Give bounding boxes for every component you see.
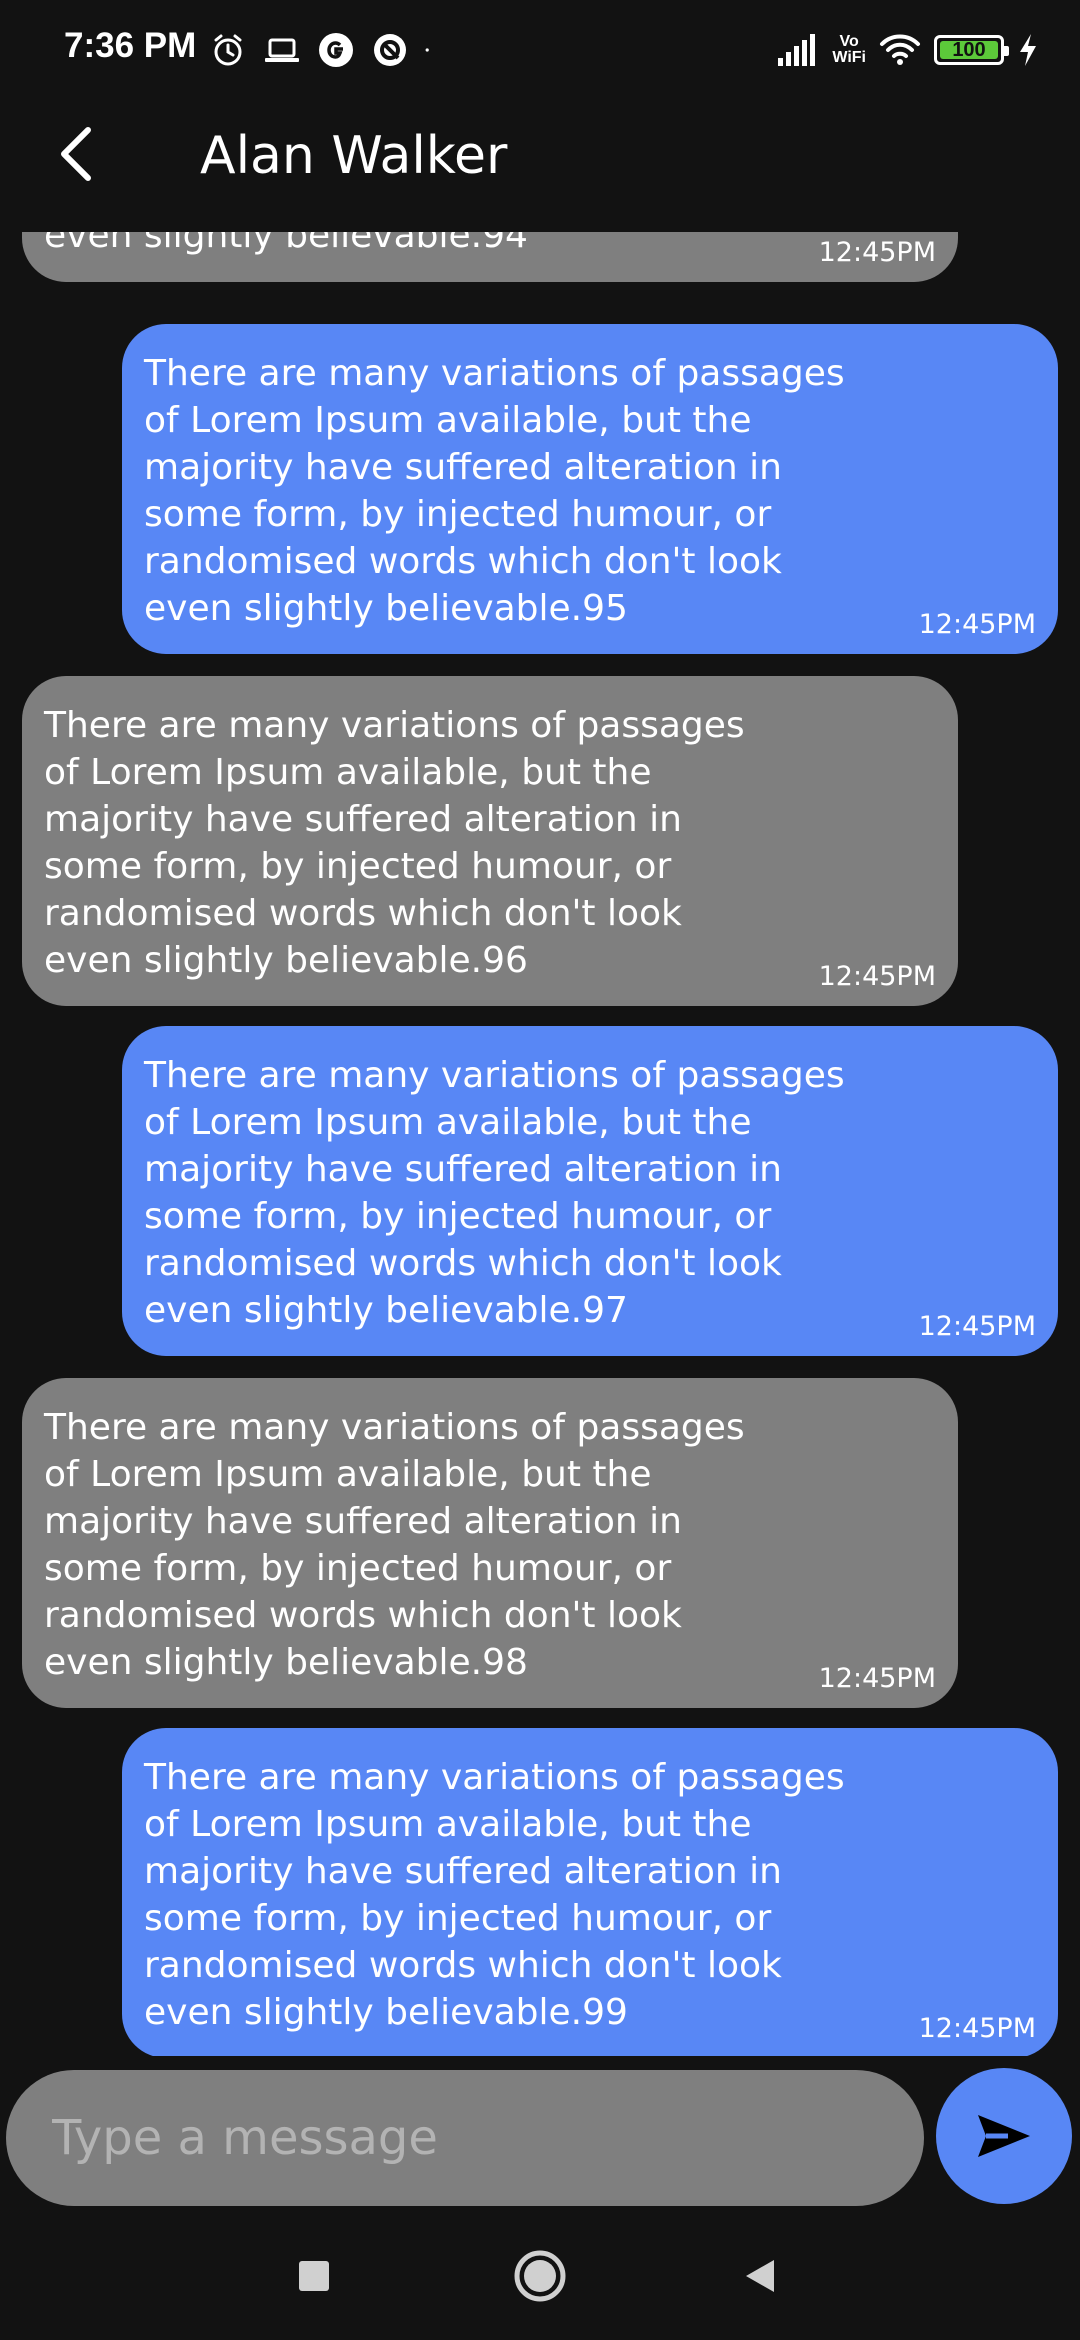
message-time: 12:45PM (918, 2013, 1036, 2044)
message-list[interactable]: even slightly believable.94 12:45PM Ther… (0, 232, 1080, 2056)
back-icon (746, 2260, 774, 2292)
battery-icon: 100 (934, 35, 1009, 65)
message-bubble-received[interactable]: even slightly believable.94 12:45PM (22, 232, 958, 282)
alarm-icon (214, 34, 242, 66)
message-time: 12:45PM (818, 237, 936, 268)
message-bubble-sent[interactable]: There are many variations of passages of… (122, 1728, 1058, 2056)
status-icons-left (208, 28, 440, 72)
message-bubble-received[interactable]: There are many variations of passages of… (22, 1378, 958, 1708)
message-time: 12:45PM (918, 609, 1036, 640)
recents-button[interactable] (282, 2244, 346, 2308)
contact-name: Alan Walker (200, 126, 508, 186)
signal-icon (778, 34, 816, 66)
message-time: 12:45PM (818, 961, 936, 992)
message-bubble-sent[interactable]: There are many variations of passages of… (122, 324, 1058, 654)
status-icons-right: Vo WiFi 100 (776, 28, 1040, 72)
nav-back-button[interactable] (728, 2244, 792, 2308)
charging-icon (1020, 34, 1036, 66)
recents-icon (299, 2261, 329, 2291)
send-icon (978, 2115, 1030, 2157)
send-button[interactable] (936, 2068, 1072, 2204)
status-time: 7:36 PM (64, 26, 197, 65)
wifi-icon (880, 34, 920, 65)
laptop-icon (265, 38, 299, 62)
home-icon (514, 2250, 566, 2302)
battery-level: 100 (952, 38, 986, 61)
home-button[interactable] (508, 2244, 572, 2308)
data-saver-icon (374, 34, 406, 66)
message-text: even slightly believable.94 (44, 232, 528, 256)
message-text: There are many variations of passages of… (144, 1757, 845, 2033)
google-icon (319, 33, 353, 67)
message-bubble-received[interactable]: There are many variations of passages of… (22, 676, 958, 1006)
message-input[interactable] (6, 2070, 924, 2206)
dot-icon (425, 48, 429, 52)
message-text: There are many variations of passages of… (44, 1407, 745, 1683)
battery-nub (1004, 46, 1009, 56)
chevron-left-icon (61, 127, 91, 181)
composer (0, 2056, 1080, 2216)
message-bubble-sent[interactable]: There are many variations of passages of… (122, 1026, 1058, 1356)
system-nav-bar (0, 2216, 1080, 2340)
message-time: 12:45PM (818, 1663, 936, 1694)
status-bar: 7:36 PM Vo WiFi 100 (0, 0, 1080, 100)
vowifi-icon: Vo WiFi (832, 33, 866, 66)
app-bar: Alan Walker (0, 100, 1080, 232)
message-time: 12:45PM (918, 1311, 1036, 1342)
message-text: There are many variations of passages of… (44, 705, 745, 981)
back-button[interactable] (44, 122, 108, 186)
message-text: There are many variations of passages of… (144, 353, 845, 629)
message-text: There are many variations of passages of… (144, 1055, 845, 1331)
